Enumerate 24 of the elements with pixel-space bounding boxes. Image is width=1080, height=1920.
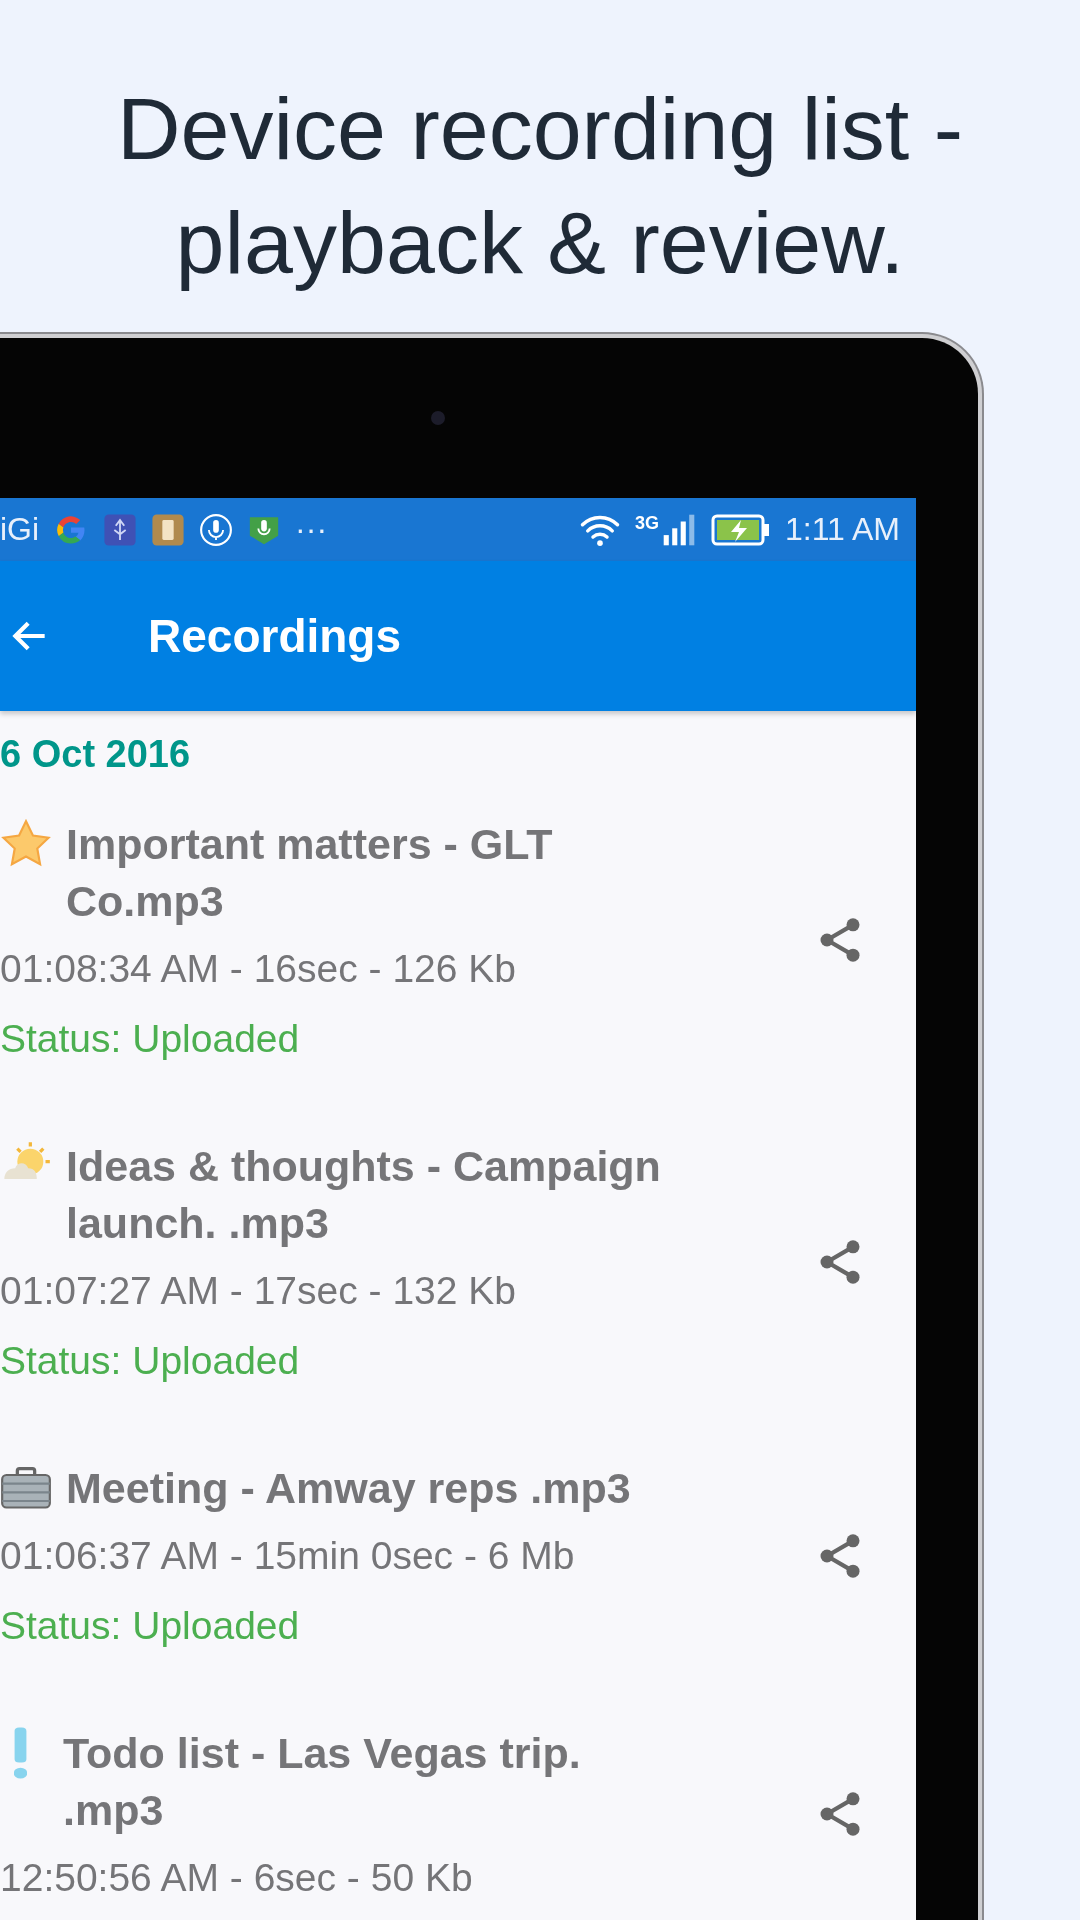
battery-charging-icon — [710, 513, 771, 546]
clock-time: 1:11 AM — [784, 511, 900, 548]
upload-status: Status: Uploaded — [0, 1016, 301, 1062]
recording-title[interactable]: Important matters - GLT Co.mp3 — [66, 816, 686, 930]
recording-title[interactable]: Meeting - Amway reps .mp3 — [66, 1460, 631, 1517]
recording-title[interactable]: Ideas & thoughts - Campaign launch. .mp3 — [66, 1138, 686, 1252]
network-type-label: 3G — [634, 512, 659, 534]
recording-details: 01:07:27 AM - 17sec - 132 Kb — [0, 1268, 517, 1314]
recording-title[interactable]: Todo list - Las Vegas trip. .mp3 — [63, 1725, 683, 1839]
more-indicator: ··· — [295, 511, 328, 548]
toolbar-title: Recordings — [148, 609, 402, 663]
exclamation-icon — [14, 1727, 27, 1779]
usb-icon — [103, 512, 138, 547]
recording-details: 01:08:34 AM - 16sec - 126 Kb — [0, 946, 517, 992]
camera-icon — [431, 411, 445, 425]
headline: Device recording list - playback & review. — [115, 78, 965, 294]
recording-details: 12:50:56 AM - 6sec - 50 Kb — [0, 1855, 474, 1901]
upload-status: Status: Uploaded — [0, 1338, 301, 1384]
battery-app-icon — [151, 512, 186, 547]
recording-details: 01:06:37 AM - 15min 0sec - 6 Mb — [0, 1533, 576, 1579]
carrier-label: iGi — [0, 511, 40, 548]
microphone-icon — [199, 512, 234, 547]
date-header: 6 Oct 2016 — [0, 733, 192, 776]
upload-status: Status: Uploaded — [0, 1603, 301, 1649]
